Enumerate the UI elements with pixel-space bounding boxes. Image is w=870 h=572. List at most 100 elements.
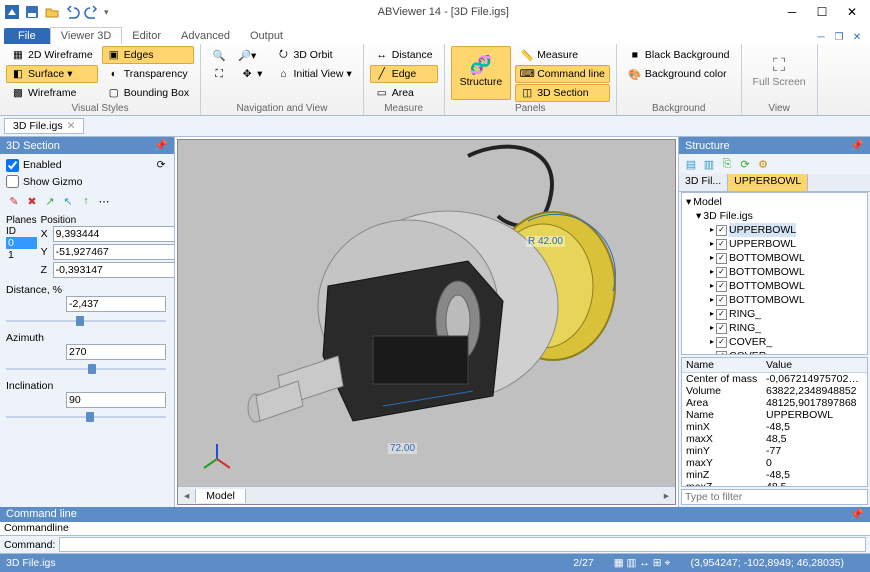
tool-add-icon[interactable]: ✎ xyxy=(6,193,22,209)
azimuth-slider[interactable] xyxy=(6,362,166,376)
pin-icon[interactable]: 📌 xyxy=(154,139,168,152)
btn-edge[interactable]: ╱Edge xyxy=(370,65,438,83)
cmd-input[interactable] xyxy=(59,537,866,552)
tab-next-icon[interactable]: ▸ xyxy=(658,490,675,502)
btn-distance[interactable]: ↔Distance xyxy=(370,46,438,64)
btn-structure[interactable]: 🧬Structure xyxy=(451,46,512,100)
btn-3d-orbit[interactable]: ⭮3D Orbit xyxy=(271,46,356,64)
plane-row[interactable]: 0 xyxy=(6,237,37,249)
btn-transparency[interactable]: ◐Transparency xyxy=(102,65,194,83)
orbit-icon: ⭮ xyxy=(276,48,290,62)
filter-input[interactable] xyxy=(681,489,868,505)
tree-item[interactable]: ▸✓UPPERBOWL xyxy=(684,237,865,251)
pin-icon[interactable]: 📌 xyxy=(850,508,864,521)
tool-z-icon[interactable]: ↑ xyxy=(78,193,94,209)
btn-bg-color[interactable]: 🎨Background color xyxy=(623,65,735,83)
btn-pan[interactable]: ✥▾ xyxy=(235,65,267,83)
pos-z-input[interactable] xyxy=(53,262,174,278)
window-close-icon[interactable]: ✕ xyxy=(850,30,864,44)
undo-icon[interactable] xyxy=(64,4,80,20)
inclination-slider[interactable] xyxy=(6,410,166,424)
tree-item[interactable]: ▸✓RING_ xyxy=(684,307,865,321)
struct-tab-file[interactable]: 3D Fil... xyxy=(679,174,728,191)
gizmo-checkbox[interactable] xyxy=(6,175,19,188)
property-row[interactable]: NameUPPERBOWL xyxy=(682,409,867,421)
property-row[interactable]: Center of mass-0,0672149757027111... xyxy=(682,373,867,385)
tree-item[interactable]: ▸✓COVER_ xyxy=(684,335,865,349)
btn-area[interactable]: ▭Area xyxy=(370,84,438,102)
file-menu[interactable]: File xyxy=(4,28,50,44)
property-row[interactable]: minX-48,5 xyxy=(682,421,867,433)
tab-advanced[interactable]: Advanced xyxy=(171,28,240,44)
tab-output[interactable]: Output xyxy=(240,28,293,44)
model-tab[interactable]: Model xyxy=(195,489,246,503)
property-row[interactable]: Area48125,9017897868 xyxy=(682,397,867,409)
window-minimize-icon[interactable]: ─ xyxy=(814,30,828,44)
btn-initial-view[interactable]: ⌂Initial View ▾ xyxy=(271,65,356,83)
btn-2d-wireframe[interactable]: ▦2D Wireframe xyxy=(6,46,98,64)
minimize-button[interactable]: ─ xyxy=(778,3,806,21)
viewport[interactable]: R 42.00 72.00 ◂Model▸ xyxy=(177,139,676,505)
btn-zoom-extents[interactable]: ⛶ xyxy=(207,65,231,83)
tree-item[interactable]: ▸✓BOTTOMBOWL xyxy=(684,293,865,307)
model-render xyxy=(208,146,648,466)
pos-y-input[interactable] xyxy=(53,244,174,260)
distance-input[interactable] xyxy=(66,296,166,312)
btn-fullscreen[interactable]: ⛶Full Screen xyxy=(748,46,811,100)
tree-item[interactable]: ▸✓COVER_ xyxy=(684,349,865,355)
refresh-icon[interactable]: ⟳ xyxy=(154,158,168,172)
tree-item[interactable]: ▸✓UPPERBOWL xyxy=(684,223,865,237)
btn-zoom-in[interactable]: 🔍 xyxy=(207,46,231,64)
tool-x-icon[interactable]: ↗ xyxy=(42,193,58,209)
planes-list[interactable]: Planes ID 0 1 xyxy=(6,215,37,280)
tool-del-icon[interactable]: ✖ xyxy=(24,193,40,209)
plane-row[interactable]: 1 xyxy=(6,249,37,261)
structure-icon: 🧬 xyxy=(474,59,488,73)
tool-y-icon[interactable]: ↖ xyxy=(60,193,76,209)
btn-edges[interactable]: ▣Edges xyxy=(102,46,194,64)
struct-tool-2-icon[interactable]: ▥ xyxy=(701,156,717,172)
document-tab[interactable]: 3D File.igs✕ xyxy=(4,118,84,134)
btn-zoom-out[interactable]: 🔎▾ xyxy=(235,46,267,64)
btn-measure-panel[interactable]: 📏Measure xyxy=(515,46,610,64)
pos-x-input[interactable] xyxy=(53,226,174,242)
azimuth-input[interactable] xyxy=(66,344,166,360)
property-row[interactable]: maxX48,5 xyxy=(682,433,867,445)
btn-cmd-panel[interactable]: ⌨Command line xyxy=(515,65,610,83)
enabled-checkbox[interactable] xyxy=(6,159,19,172)
redo-icon[interactable] xyxy=(84,4,100,20)
inclination-input[interactable] xyxy=(66,392,166,408)
property-row[interactable]: maxZ48,5 xyxy=(682,481,867,487)
close-button[interactable]: ✕ xyxy=(838,3,866,21)
tree-item[interactable]: ▸✓BOTTOMBOWL xyxy=(684,265,865,279)
btn-black-bg[interactable]: ■Black Background xyxy=(623,46,735,64)
save-icon[interactable] xyxy=(24,4,40,20)
tab-viewer3d[interactable]: Viewer 3D xyxy=(50,27,123,44)
tree-item[interactable]: ▸✓BOTTOMBOWL xyxy=(684,279,865,293)
pin-icon[interactable]: 📌 xyxy=(850,139,864,152)
structure-tree[interactable]: ▾Model ▾3D File.igs ▸✓UPPERBOWL▸✓UPPERBO… xyxy=(681,192,868,355)
close-tab-icon[interactable]: ✕ xyxy=(67,120,76,132)
property-row[interactable]: maxY0 xyxy=(682,457,867,469)
struct-tool-4-icon[interactable]: ⟳ xyxy=(737,156,753,172)
maximize-button[interactable]: ☐ xyxy=(808,3,836,21)
property-row[interactable]: Volume63822,2348948852 xyxy=(682,385,867,397)
window-restore-icon[interactable]: ❐ xyxy=(832,30,846,44)
struct-tab-upper[interactable]: UPPERBOWL xyxy=(728,174,808,191)
tree-item[interactable]: ▸✓BOTTOMBOWL xyxy=(684,251,865,265)
tab-prev-icon[interactable]: ◂ xyxy=(178,490,195,502)
struct-tool-1-icon[interactable]: ▤ xyxy=(683,156,699,172)
property-row[interactable]: minZ-48,5 xyxy=(682,469,867,481)
struct-tool-5-icon[interactable]: ⚙ xyxy=(755,156,771,172)
btn-3d-section[interactable]: ◫3D Section xyxy=(515,84,610,102)
btn-bounding[interactable]: ▢Bounding Box xyxy=(102,84,194,102)
distance-slider[interactable] xyxy=(6,314,166,328)
property-row[interactable]: minY-77 xyxy=(682,445,867,457)
tab-editor[interactable]: Editor xyxy=(122,28,171,44)
btn-surface[interactable]: ◧Surface ▾ xyxy=(6,65,98,83)
tree-item[interactable]: ▸✓RING_ xyxy=(684,321,865,335)
tool-more-icon[interactable]: ⋯ xyxy=(96,193,112,209)
btn-wireframe[interactable]: ▩Wireframe xyxy=(6,84,98,102)
open-icon[interactable] xyxy=(44,4,60,20)
struct-tool-3-icon[interactable]: ⎘ xyxy=(719,156,735,172)
